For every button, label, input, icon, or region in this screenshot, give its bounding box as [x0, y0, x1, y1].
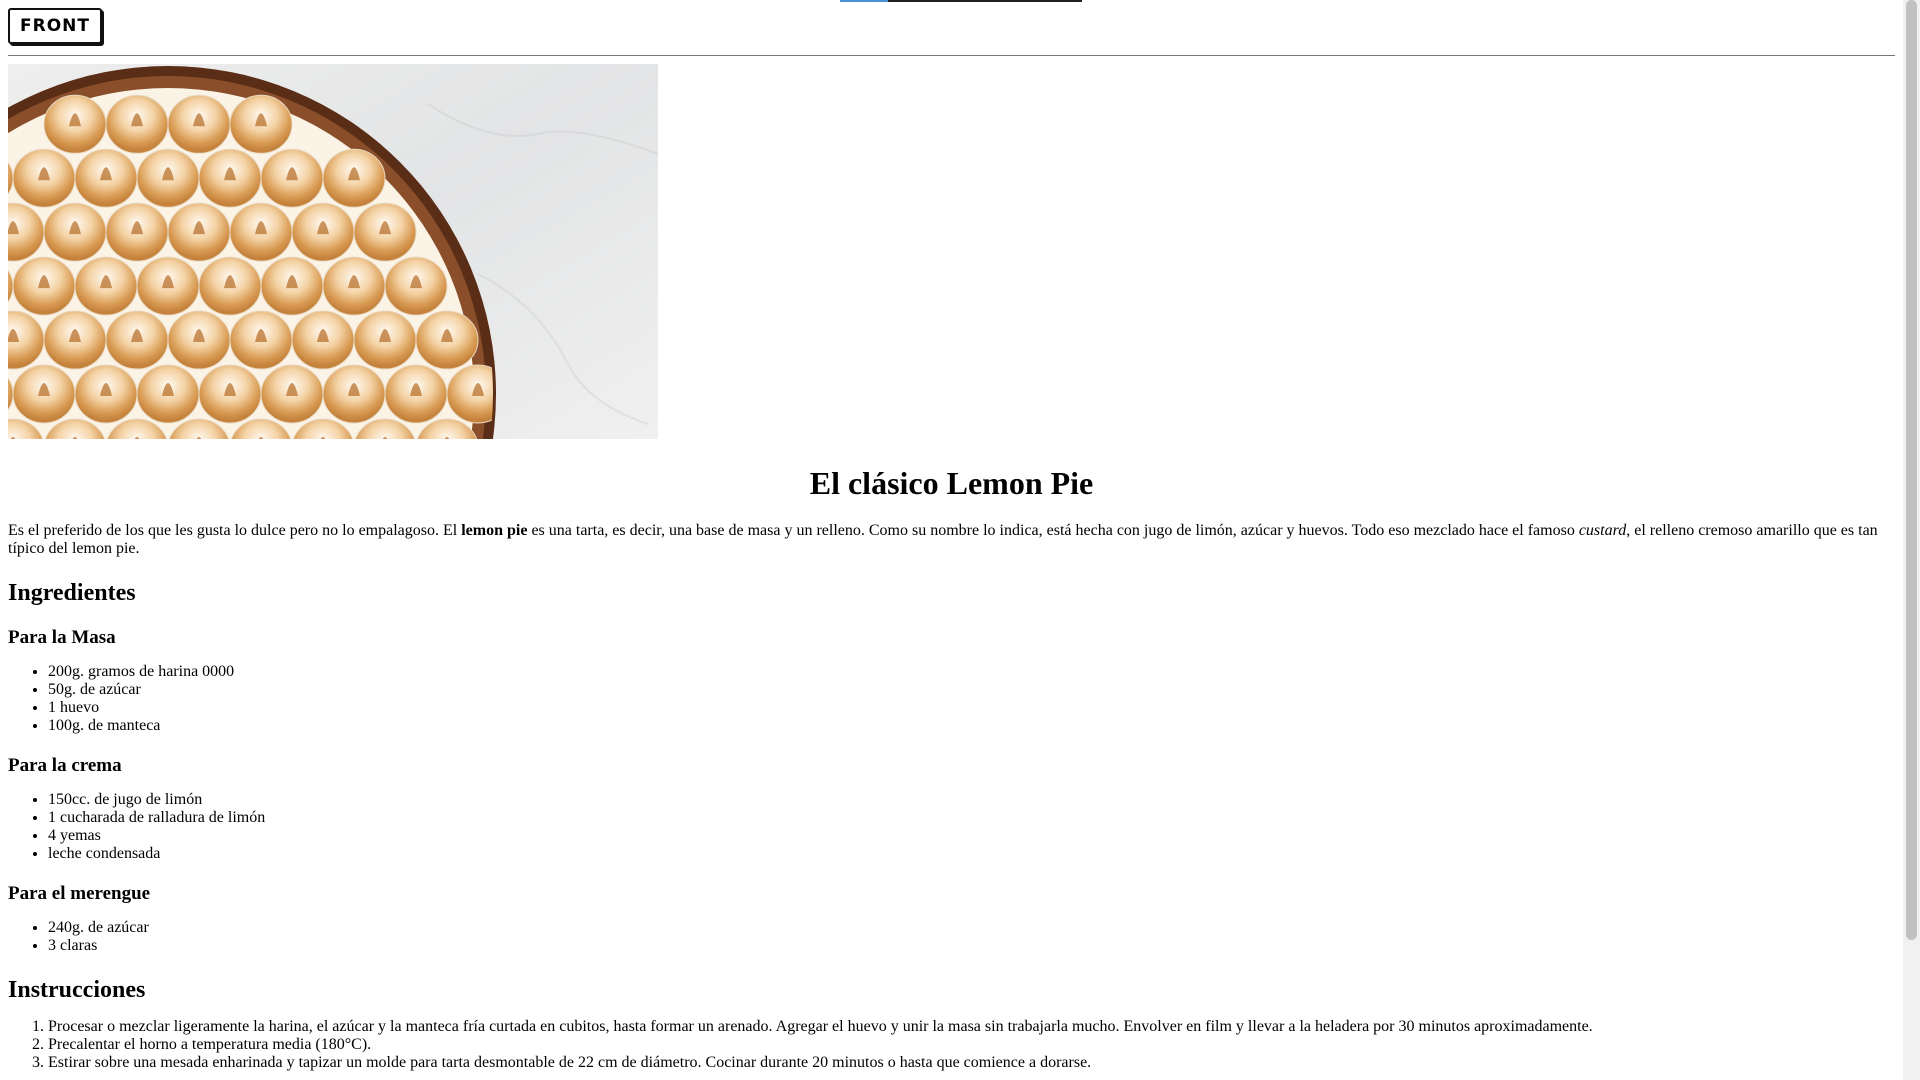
instructions-heading: Instrucciones — [8, 977, 146, 1003]
list-item: 240g. de azúcar — [48, 919, 1895, 937]
instruction-step: Estirar sobre una mesada enharinada y ta… — [48, 1054, 1895, 1072]
reading-progress-bar — [840, 0, 1082, 2]
header-divider — [8, 55, 1895, 56]
intro-text-2: es una tarta, es decir, una base de masa… — [527, 522, 1579, 539]
ingredient-list-masa: 200g. gramos de harina 0000 50g. de azúc… — [8, 663, 1895, 735]
hero-image — [8, 64, 658, 439]
intro-italic: custard — [1578, 522, 1627, 539]
top-bar: FRONT — [8, 0, 1895, 55]
ingredient-list-crema: 150cc. de jugo de limón 1 cucharada de r… — [8, 791, 1895, 863]
front-logo[interactable]: FRONT — [8, 8, 102, 44]
scrollbar-thumb[interactable] — [1906, 0, 1917, 940]
list-item: 50g. de azúcar — [48, 681, 1895, 699]
list-item: 150cc. de jugo de limón — [48, 791, 1895, 809]
list-item: 200g. gramos de harina 0000 — [48, 663, 1895, 681]
list-item: leche condensada — [48, 845, 1895, 863]
section-title-masa: Para la Masa — [8, 627, 116, 648]
intro-text-1: Es el preferido de los que les gusta lo … — [8, 522, 462, 539]
section-title-merengue: Para el merengue — [8, 883, 151, 904]
ingredients-heading: Ingredientes — [8, 580, 136, 606]
list-item: 3 claras — [48, 937, 1895, 955]
article-title: El clásico Lemon Pie — [809, 465, 1094, 501]
article-intro: Es el preferido de los que les gusta lo … — [8, 522, 1895, 558]
list-item: 1 cucharada de ralladura de limón — [48, 809, 1895, 827]
instruction-step: Precalentar el horno a temperatura media… — [48, 1036, 1895, 1054]
page: FRONT El clásico Lemon Pie Es el preferi… — [8, 0, 1895, 1072]
list-item: 4 yemas — [48, 827, 1895, 845]
instructions-list: Procesar o mezclar ligeramente la harina… — [8, 1018, 1895, 1072]
list-item: 1 huevo — [48, 699, 1895, 717]
intro-bold: lemon pie — [461, 522, 528, 539]
instruction-step: Procesar o mezclar ligeramente la harina… — [48, 1018, 1895, 1036]
list-item: 100g. de manteca — [48, 717, 1895, 735]
ingredient-list-merengue: 240g. de azúcar 3 claras — [8, 919, 1895, 955]
section-title-crema: Para la crema — [8, 755, 122, 776]
reading-progress-fill — [840, 0, 889, 2]
vertical-scrollbar[interactable] — [1903, 0, 1920, 1080]
